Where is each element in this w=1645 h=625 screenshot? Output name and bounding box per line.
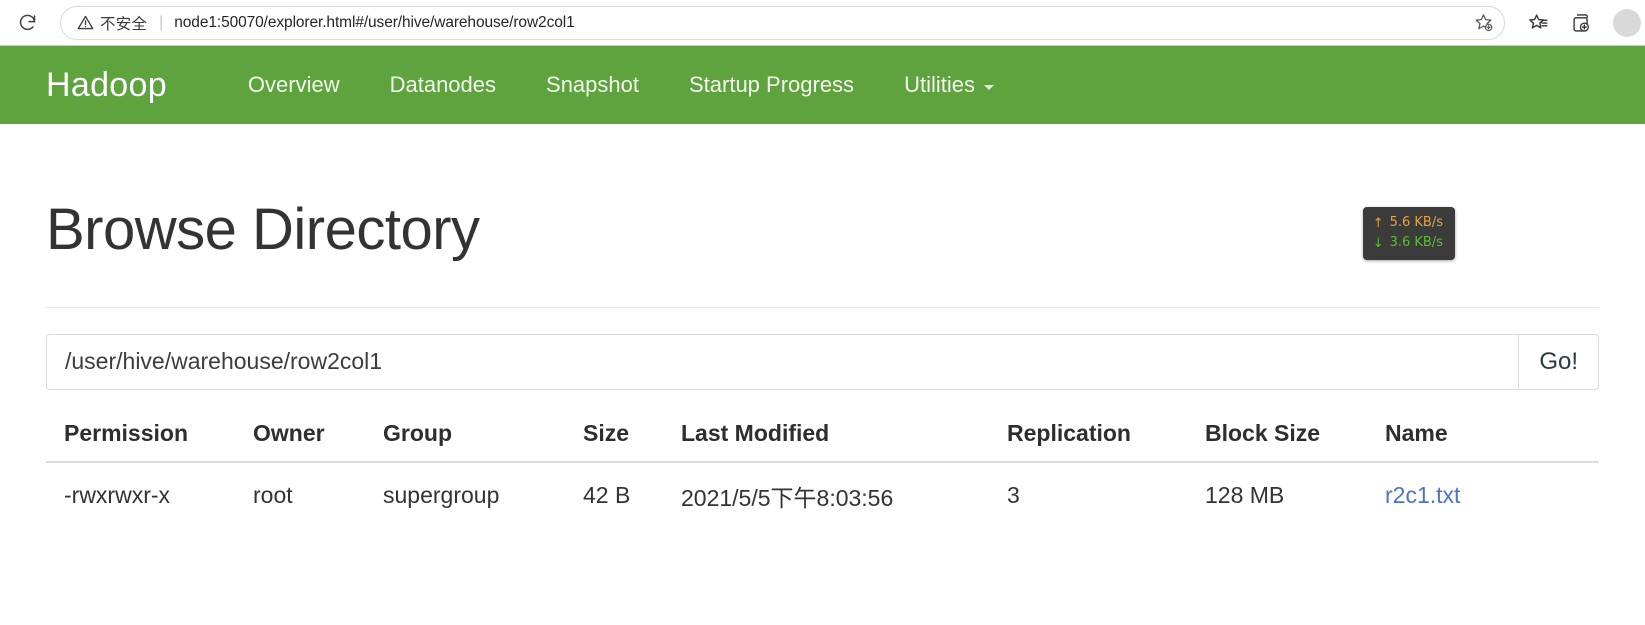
security-status-label: 不安全	[100, 15, 148, 33]
address-bar[interactable]: 不安全 | node1:50070/explorer.html#/user/hi…	[60, 5, 1505, 40]
column-header-block-size[interactable]: Block Size	[1205, 411, 1385, 463]
table-row[interactable]: -rwxrwxr-x root supergroup 42 B 2021/5/5…	[46, 462, 1599, 523]
cell-block-size: 128 MB	[1205, 482, 1285, 509]
table-header-row: Permission Owner Group Size Last Modifie…	[46, 411, 1599, 463]
hadoop-navbar: Hadoop Overview Datanodes Snapshot Start…	[0, 46, 1645, 124]
upload-speed-row: ↑ 5.6 KB/s	[1373, 213, 1443, 233]
nav-links: Overview Datanodes Snapshot Startup Prog…	[223, 74, 1019, 96]
cell-size: 42 B	[583, 482, 631, 509]
chevron-down-icon	[983, 84, 994, 90]
favorites-list-icon[interactable]	[1519, 4, 1557, 42]
column-header-name[interactable]: Name	[1385, 411, 1599, 463]
url-text[interactable]: node1:50070/explorer.html#/user/hive/war…	[174, 14, 1473, 32]
cell-group: supergroup	[383, 482, 500, 509]
cell-permission: -rwxrwxr-x	[64, 482, 171, 509]
browser-nav-buttons	[0, 4, 46, 42]
omnibox-separator: |	[159, 13, 164, 31]
security-status[interactable]: 不安全	[77, 12, 147, 34]
path-input[interactable]	[46, 333, 1519, 390]
brand-hadoop[interactable]: Hadoop	[46, 68, 167, 102]
download-speed-row: ↓ 3.6 KB/s	[1373, 233, 1443, 253]
arrow-down-icon: ↓	[1372, 235, 1384, 251]
column-header-size[interactable]: Size	[583, 411, 681, 463]
nav-item-startup-progress[interactable]: Startup Progress	[664, 74, 879, 96]
column-header-owner[interactable]: Owner	[253, 411, 383, 463]
add-favorite-icon[interactable]	[1473, 12, 1494, 33]
add-collection-icon[interactable]	[1563, 4, 1601, 42]
column-header-group[interactable]: Group	[383, 411, 583, 463]
browser-actions	[1513, 4, 1641, 42]
column-header-replication[interactable]: Replication	[1007, 411, 1205, 463]
cell-name: r2c1.txt	[1385, 462, 1599, 523]
arrow-up-icon: ↑	[1372, 215, 1384, 231]
main-content: ↑ 5.6 KB/s ↓ 3.6 KB/s Browse Directory G…	[0, 199, 1645, 523]
column-header-last-modified[interactable]: Last Modified	[681, 411, 1007, 463]
nav-item-overview[interactable]: Overview	[223, 74, 365, 96]
path-form: Go!	[46, 333, 1599, 390]
nav-item-utilities-label: Utilities	[904, 72, 975, 97]
cell-owner: root	[253, 482, 293, 509]
go-button[interactable]: Go!	[1518, 333, 1599, 390]
cell-replication: 3	[1007, 482, 1020, 509]
cell-last-modified: 2021/5/5下午8:03:56	[681, 484, 894, 511]
title-divider	[46, 306, 1599, 308]
file-listing-table: Permission Owner Group Size Last Modifie…	[46, 411, 1599, 523]
upload-speed-value: 5.6 KB/s	[1389, 215, 1443, 230]
browser-toolbar: 不安全 | node1:50070/explorer.html#/user/hi…	[0, 0, 1645, 46]
table-header: Permission Owner Group Size Last Modifie…	[46, 411, 1599, 463]
file-link-r2c1[interactable]: r2c1.txt	[1385, 482, 1460, 508]
nav-item-snapshot[interactable]: Snapshot	[521, 74, 664, 96]
download-speed-value: 3.6 KB/s	[1389, 235, 1443, 251]
column-header-permission[interactable]: Permission	[46, 411, 253, 463]
nav-item-datanodes[interactable]: Datanodes	[365, 74, 521, 96]
warning-triangle-icon	[77, 15, 94, 30]
profile-avatar[interactable]	[1613, 8, 1641, 37]
reload-icon[interactable]	[8, 4, 46, 42]
network-speed-widget: ↑ 5.6 KB/s ↓ 3.6 KB/s	[1362, 207, 1455, 261]
table-body: -rwxrwxr-x root supergroup 42 B 2021/5/5…	[46, 462, 1599, 523]
nav-item-utilities[interactable]: Utilities	[879, 74, 1019, 96]
